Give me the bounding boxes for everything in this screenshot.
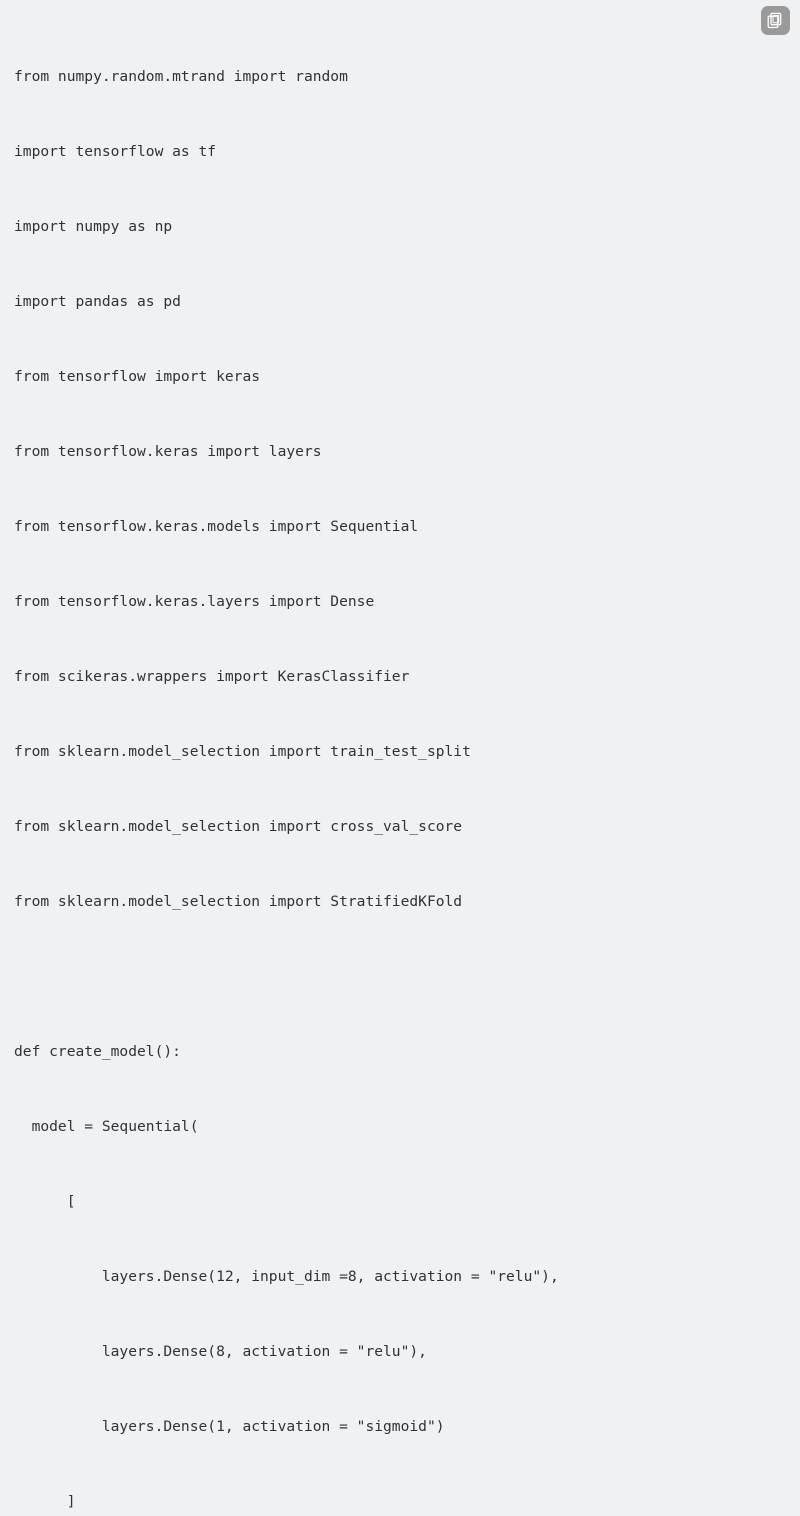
copy-icon (767, 12, 784, 29)
code-line: from numpy.random.mtrand import random (14, 68, 348, 85)
code-line: import tensorflow as tf (14, 143, 217, 160)
code-line: from sklearn.model_selection import cros… (14, 818, 463, 835)
code-line: import numpy as np (14, 218, 173, 235)
code-line: from scikeras.wrappers import KerasClass… (14, 668, 410, 685)
code-line-blank (14, 964, 800, 989)
code-line: ] (14, 1493, 76, 1510)
code-line: from tensorflow import keras (14, 368, 261, 385)
code-line: from tensorflow.keras.models import Sequ… (14, 518, 419, 535)
code-line: layers.Dense(8, activation = "relu"), (14, 1343, 427, 1360)
code-line: from sklearn.model_selection import Stra… (14, 893, 463, 910)
code-line: from tensorflow.keras.layers import Dens… (14, 593, 375, 610)
code-block: from numpy.random.mtrand import random i… (0, 0, 800, 1510)
code-line: layers.Dense(12, input_dim =8, activatio… (14, 1268, 559, 1285)
code-line: from sklearn.model_selection import trai… (14, 743, 471, 760)
copy-code-button[interactable] (761, 6, 790, 35)
code-line: model = Sequential( (14, 1118, 199, 1135)
code-line-list: from numpy.random.mtrand import random i… (14, 14, 800, 1516)
code-line: [ (14, 1193, 76, 1210)
code-line: def create_model(): (14, 1043, 181, 1060)
code-line: import pandas as pd (14, 293, 181, 310)
code-line: from tensorflow.keras import layers (14, 443, 322, 460)
code-line: layers.Dense(1, activation = "sigmoid") (14, 1418, 445, 1435)
